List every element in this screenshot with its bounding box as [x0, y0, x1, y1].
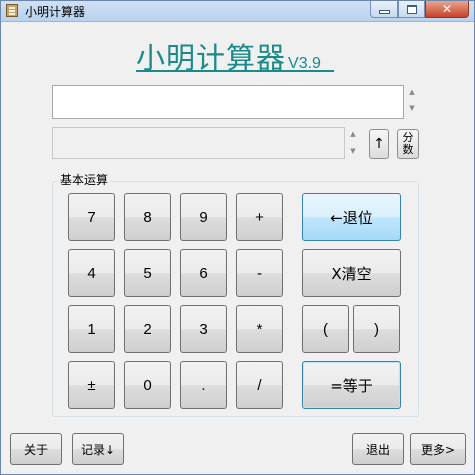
fraction-label-bottom: 数	[402, 143, 414, 156]
calculator-window: 小明计算器 ✕ 小明计算器 V3.9 ▲ ▼ ▲ ▼ ↑ 分 数 基本运算 7 8…	[0, 0, 475, 475]
backspace-button[interactable]: ←退位	[302, 193, 401, 241]
group-label: 基本运算	[58, 171, 111, 188]
about-button[interactable]: 关于	[10, 433, 62, 465]
sign-toggle-button[interactable]: ±	[68, 361, 115, 409]
fraction-button[interactable]: 分 数	[397, 129, 419, 159]
main-input[interactable]	[53, 86, 403, 118]
minus-button[interactable]: -	[236, 249, 283, 297]
key-3-button[interactable]: 3	[180, 305, 227, 353]
title-bar[interactable]: 小明计算器 ✕	[1, 1, 474, 22]
app-icon	[6, 4, 18, 17]
equals-button[interactable]: =等于	[302, 361, 401, 409]
key-7-button[interactable]: 7	[68, 193, 115, 241]
up-arrow-icon: ↑	[373, 136, 385, 152]
key-6-button[interactable]: 6	[180, 249, 227, 297]
key-5-button[interactable]: 5	[124, 249, 171, 297]
window-title: 小明计算器	[25, 5, 86, 19]
left-paren-button[interactable]: (	[302, 305, 349, 353]
key-4-button[interactable]: 4	[68, 249, 115, 297]
plus-button[interactable]: +	[236, 193, 283, 241]
secondary-input[interactable]	[53, 128, 344, 158]
maximize-button[interactable]	[398, 1, 425, 18]
key-2-button[interactable]: 2	[124, 305, 171, 353]
key-0-button[interactable]: 0	[124, 361, 171, 409]
clear-button[interactable]: X清空	[302, 249, 401, 297]
right-paren-button[interactable]: )	[353, 305, 400, 353]
divide-button[interactable]: /	[236, 361, 283, 409]
key-8-button[interactable]: 8	[124, 193, 171, 241]
secondary-spin-down-icon[interactable]: ▼	[348, 147, 358, 155]
record-button[interactable]: 记录↓	[72, 433, 124, 465]
main-spin-up-icon[interactable]: ▲	[407, 88, 417, 96]
minimize-button[interactable]	[370, 1, 398, 18]
up-arrow-button[interactable]: ↑	[369, 129, 389, 159]
maximize-icon	[406, 4, 417, 14]
decimal-point-button[interactable]: .	[180, 361, 227, 409]
secondary-input-field[interactable]	[52, 127, 345, 159]
heading-underline	[136, 70, 334, 72]
secondary-spin-up-icon[interactable]: ▲	[348, 130, 358, 138]
exit-button[interactable]: 退出	[352, 433, 404, 465]
minimize-icon	[378, 10, 390, 14]
key-9-button[interactable]: 9	[180, 193, 227, 241]
multiply-button[interactable]: *	[236, 305, 283, 353]
main-spin-down-icon[interactable]: ▼	[407, 104, 417, 112]
app-heading: 小明计算器 V3.9	[136, 35, 336, 75]
close-icon: ✕	[441, 2, 453, 16]
close-button[interactable]: ✕	[425, 1, 469, 18]
more-button[interactable]: 更多>	[410, 433, 466, 465]
key-1-button[interactable]: 1	[68, 305, 115, 353]
main-input-field[interactable]	[52, 85, 404, 119]
